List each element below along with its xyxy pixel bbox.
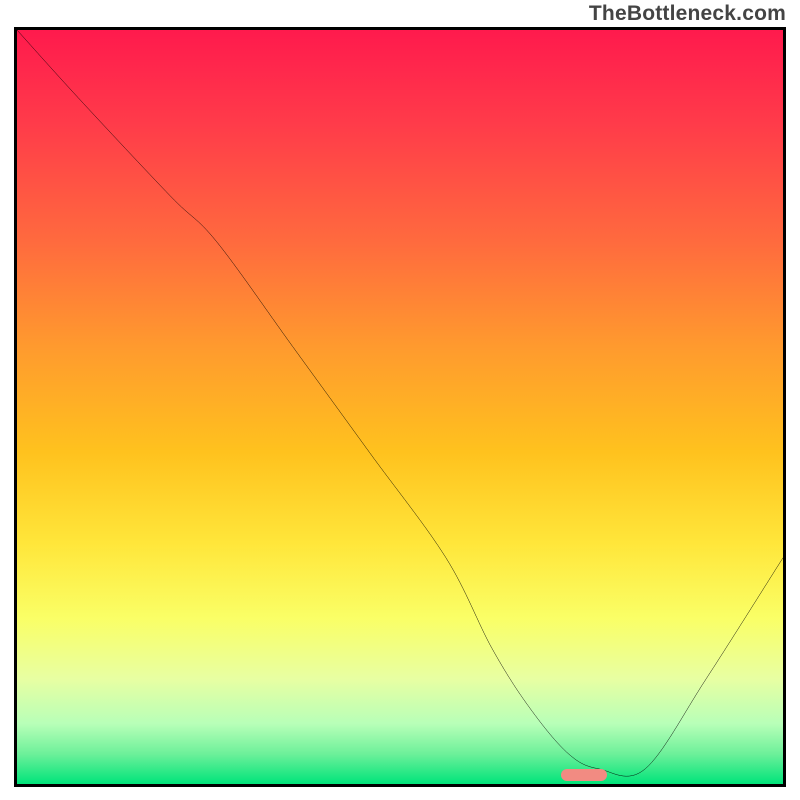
curve-path <box>17 30 783 776</box>
curve-svg <box>17 30 783 784</box>
plot-frame <box>14 27 786 787</box>
chart-canvas: TheBottleneck.com <box>0 0 800 800</box>
optimum-marker <box>561 769 607 781</box>
watermark-text: TheBottleneck.com <box>589 2 786 26</box>
